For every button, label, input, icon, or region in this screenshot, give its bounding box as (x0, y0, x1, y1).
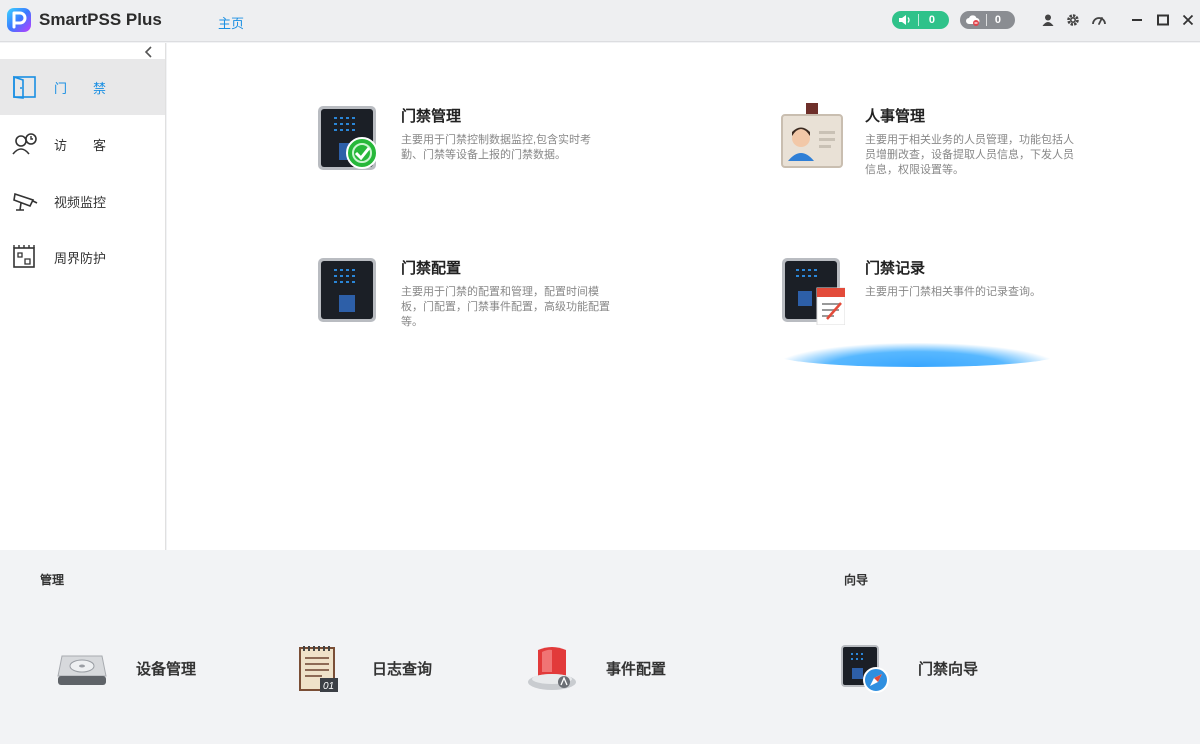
card-access-management[interactable]: 门禁管理 主要用于门禁控制数据监控,包含实时考勤、门禁等设备上报的门禁数据。 (315, 103, 611, 173)
card-description: 主要用于门禁相关事件的记录查询。 (865, 286, 1041, 298)
bottom-panel: 管理 向导 设备管理 01 日志查询 事件配置 门禁向导 (0, 550, 1200, 744)
tab-home[interactable]: 主页 (218, 13, 244, 32)
card-title: 门禁管理 (401, 108, 462, 125)
wizard-compass-icon (841, 645, 889, 693)
app-logo-icon (7, 8, 31, 32)
access-wizard-button[interactable]: 门禁向导 (838, 642, 978, 694)
divider (986, 14, 987, 26)
perimeter-icon (13, 245, 35, 268)
sidebar-item-label: 周界防护 (54, 250, 107, 266)
camera-icon (13, 192, 38, 211)
id-badge-icon (781, 103, 843, 168)
maximize-icon[interactable] (1155, 12, 1171, 28)
divider (918, 14, 919, 26)
tool-label: 门禁向导 (918, 660, 979, 678)
hover-glow (777, 343, 1057, 367)
card-description: 主要用于相关业务的人员管理，功能包括人员增删改查，设备提取人员信息，下发人员信息… (865, 134, 1074, 176)
sidebar-item-access-control[interactable]: 门禁 (0, 59, 165, 115)
sidebar-item-label: 访客 (54, 137, 133, 153)
alarm-sound-badge[interactable]: 0 (892, 11, 949, 29)
performance-gauge-icon[interactable] (1091, 12, 1107, 28)
event-configuration-button[interactable]: 事件配置 (526, 642, 666, 694)
tool-label: 日志查询 (372, 660, 433, 678)
sidebar-item-video-monitoring[interactable]: 视频监控 (0, 173, 165, 229)
tool-label: 设备管理 (136, 660, 197, 678)
minimize-icon[interactable] (1129, 12, 1145, 28)
gear-icon[interactable] (1065, 12, 1081, 28)
user-icon[interactable] (1040, 12, 1056, 28)
alarm-light-icon (528, 647, 576, 690)
tool-label: 事件配置 (606, 660, 667, 678)
access-control-device-icon (318, 106, 378, 170)
device-drive-icon (57, 655, 107, 685)
title-bar: SmartPSS Plus 主页 0 0 (0, 0, 1200, 42)
sidebar-item-visitor[interactable]: 访客 (0, 116, 165, 172)
app-title: SmartPSS Plus (39, 10, 162, 29)
cloud-offline-icon (966, 15, 980, 26)
card-access-configuration[interactable]: 门禁配置 主要用于门禁的配置和管理，配置时间模板，门配置，门禁事件配置，高级功能… (315, 255, 611, 330)
offline-count: 0 (994, 14, 1001, 26)
log-notepad-icon: 01 (299, 646, 338, 692)
speaker-icon (899, 15, 910, 25)
section-title-manage: 管理 (40, 573, 65, 587)
card-title: 门禁配置 (401, 260, 462, 277)
collapse-sidebar-icon[interactable] (142, 45, 156, 59)
close-icon[interactable] (1180, 12, 1196, 28)
offline-badge[interactable]: 0 (960, 11, 1015, 29)
sidebar-item-perimeter-protection[interactable]: 周界防护 (0, 229, 165, 285)
card-title: 人事管理 (865, 108, 926, 125)
card-access-records[interactable]: 门禁记录 主要用于门禁相关事件的记录查询。 (779, 255, 1075, 325)
access-device-icon (318, 258, 376, 322)
log-query-button[interactable]: 01 日志查询 (292, 642, 432, 694)
section-title-wizard: 向导 (844, 573, 869, 587)
sidebar-item-label: 视频监控 (54, 194, 107, 210)
alarm-count: 0 (928, 14, 935, 26)
card-personnel-management[interactable]: 人事管理 主要用于相关业务的人员管理，功能包括人员增删改查，设备提取人员信息，下… (779, 103, 1075, 178)
svg-text:01: 01 (323, 681, 334, 692)
card-description: 主要用于门禁的配置和管理，配置时间模板，门配置，门禁事件配置，高级功能配置等。 (401, 286, 610, 328)
device-management-button[interactable]: 设备管理 (56, 642, 196, 694)
sidebar-item-label: 门禁 (54, 80, 133, 96)
card-title: 门禁记录 (865, 260, 926, 277)
main-content: 门禁管理 主要用于门禁控制数据监控,包含实时考勤、门禁等设备上报的门禁数据。 人… (167, 43, 1200, 550)
door-icon (13, 75, 36, 99)
access-record-icon (782, 258, 845, 325)
sidebar: 门禁 访客 视频监控 周界防护 (0, 43, 166, 550)
visitor-icon (12, 133, 37, 155)
card-description: 主要用于门禁控制数据监控,包含实时考勤、门禁等设备上报的门禁数据。 (401, 134, 592, 161)
